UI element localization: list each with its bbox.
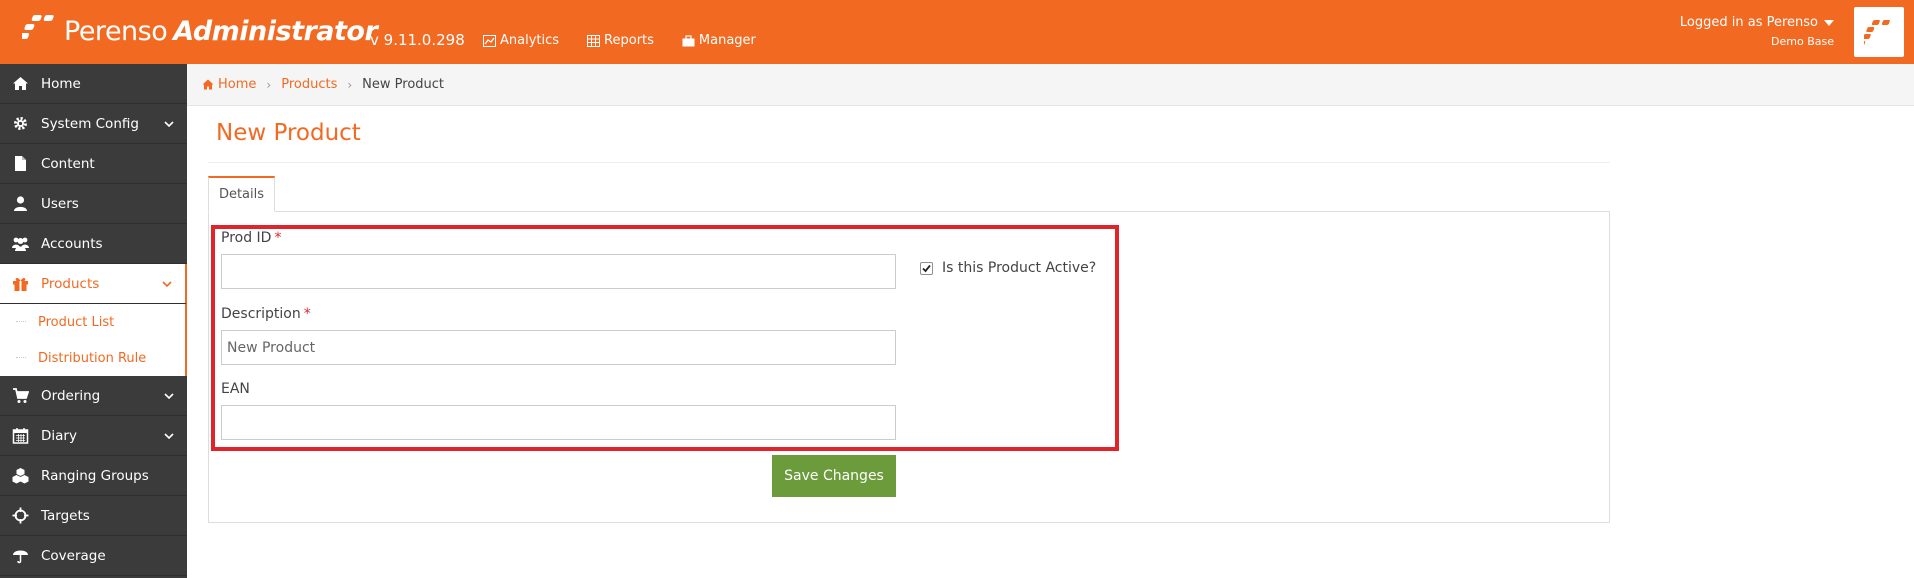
analytics-icon	[483, 34, 496, 47]
app-title-light: Perenso	[64, 15, 168, 47]
nav-analytics[interactable]: Analytics	[483, 33, 559, 48]
title-divider	[208, 162, 1610, 163]
sidebar-item-label: Content	[41, 155, 95, 172]
user-icon	[11, 195, 29, 213]
document-icon	[11, 155, 29, 173]
cart-icon	[11, 387, 29, 405]
nav-reports-label: Reports	[604, 33, 654, 48]
ean-input[interactable]	[221, 405, 896, 440]
sidebar-item-ordering[interactable]: Ordering	[0, 376, 187, 416]
sidebar-item-label: Accounts	[41, 235, 103, 252]
sidebar-item-products[interactable]: Products	[0, 264, 187, 304]
sidebar-subitem-label: Product List	[38, 314, 115, 330]
perenso-logo-icon	[22, 15, 54, 39]
breadcrumb: Home › Products › New Product	[187, 64, 1914, 106]
sidebar-item-users[interactable]: Users	[0, 184, 187, 224]
app-title-bold: Administrator	[173, 15, 378, 47]
sidebar-item-ranging-groups[interactable]: Ranging Groups	[0, 456, 187, 496]
save-button[interactable]: Save Changes	[772, 455, 896, 497]
description-input[interactable]	[221, 330, 896, 365]
active-checkbox-group[interactable]: Is this Product Active?	[920, 260, 1096, 276]
nav-manager[interactable]: Manager	[682, 33, 756, 48]
tab-details[interactable]: Details	[208, 176, 275, 212]
breadcrumb-products[interactable]: Products	[281, 77, 337, 92]
version-label: v 9.11.0.298	[370, 31, 465, 49]
sidebar-subitem-distribution-rule[interactable]: Distribution Rule	[0, 340, 185, 376]
active-checkbox[interactable]	[920, 261, 933, 275]
breadcrumb-current: New Product	[362, 77, 445, 92]
sidebar-item-label: System Config	[41, 115, 139, 132]
nav-reports[interactable]: Reports	[587, 33, 654, 48]
tree-connector	[16, 321, 26, 322]
sidebar-item-home[interactable]: Home	[0, 64, 187, 104]
sidebar-item-targets[interactable]: Targets	[0, 496, 187, 536]
prod-id-label-text: Prod ID	[221, 230, 272, 246]
products-submenu: Product List Distribution Rule	[0, 304, 187, 376]
sidebar-subitem-label: Distribution Rule	[38, 350, 147, 366]
home-icon	[202, 79, 214, 90]
sidebar-item-label: Ordering	[41, 387, 101, 404]
nav-analytics-label: Analytics	[500, 33, 560, 48]
nav-manager-label: Manager	[698, 33, 756, 48]
briefcase-icon	[682, 34, 695, 46]
description-label: Description *	[221, 306, 311, 322]
logged-in-text: Logged in as Perenso	[1679, 15, 1818, 30]
prod-id-label: Prod ID *	[221, 230, 281, 246]
breadcrumb-home-label: Home	[218, 77, 257, 92]
active-checkbox-label: Is this Product Active?	[942, 260, 1097, 276]
prod-id-input[interactable]	[221, 254, 896, 289]
app-title: Perenso Administrator	[64, 15, 378, 47]
perenso-mark-icon	[1864, 20, 1890, 46]
sidebar-item-label: Users	[41, 195, 79, 212]
sidebar-item-label: Coverage	[41, 547, 106, 564]
sidebar-item-label: Home	[41, 75, 81, 92]
users-icon	[11, 235, 29, 253]
ean-label: EAN	[221, 381, 250, 397]
description-label-text: Description	[221, 306, 301, 322]
sidebar-item-system-config[interactable]: System Config	[0, 104, 187, 144]
gear-icon	[11, 115, 29, 133]
crosshair-icon	[11, 507, 29, 525]
tree-connector	[16, 357, 26, 358]
chevron-down-icon	[162, 281, 172, 288]
sidebar-item-label: Diary	[41, 427, 77, 444]
caret-down-icon	[1824, 19, 1834, 26]
table-icon	[587, 34, 601, 47]
page-title: New Product	[216, 120, 361, 146]
breadcrumb-separator: ›	[347, 77, 353, 92]
sidebar-item-diary[interactable]: Diary	[0, 416, 187, 456]
required-marker: *	[303, 306, 311, 322]
required-marker: *	[274, 230, 282, 246]
top-nav: Analytics Reports Manager	[483, 33, 784, 48]
sidebar-item-coverage[interactable]: Coverage	[0, 536, 187, 576]
gift-icon	[11, 275, 29, 293]
sidebar-item-label: Ranging Groups	[41, 467, 149, 484]
avatar[interactable]	[1854, 7, 1904, 57]
breadcrumb-home[interactable]: Home	[202, 77, 256, 92]
database-name: Demo Base	[1771, 35, 1834, 48]
breadcrumb-separator: ›	[266, 77, 272, 92]
perenso-logo[interactable]: Perenso Administrator	[22, 12, 378, 50]
checkmark-icon	[922, 264, 931, 272]
chevron-down-icon	[164, 121, 174, 128]
cubes-icon	[11, 467, 29, 485]
sidebar-item-label: Targets	[41, 507, 90, 524]
home-icon	[11, 75, 29, 93]
sidebar-item-accounts[interactable]: Accounts	[0, 224, 187, 264]
umbrella-icon	[11, 547, 29, 565]
user-menu-toggle[interactable]: Logged in as Perenso	[1680, 15, 1834, 30]
calendar-icon	[11, 427, 29, 445]
sidebar: Home System Config Content Users Account…	[0, 64, 187, 578]
ean-label-text: EAN	[221, 381, 250, 397]
sidebar-subitem-product-list[interactable]: Product List	[0, 304, 185, 340]
chevron-down-icon	[164, 433, 174, 440]
sidebar-item-content[interactable]: Content	[0, 144, 187, 184]
sidebar-item-label: Products	[41, 275, 100, 292]
user-menu[interactable]: Logged in as Perenso Demo Base	[1680, 15, 1834, 48]
top-bar: Perenso Administrator v 9.11.0.298 Analyt…	[0, 0, 1914, 64]
chevron-down-icon	[164, 393, 174, 400]
